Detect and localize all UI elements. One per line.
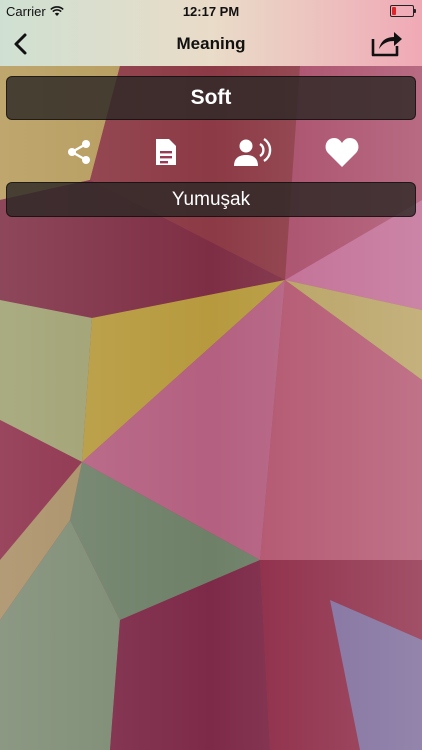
favorite-button[interactable] [322,132,362,172]
action-bar [0,132,422,172]
nav-bar: Meaning [0,22,422,66]
document-icon [156,139,176,165]
word-title: Soft [6,76,416,120]
status-time: 12:17 PM [182,4,240,19]
speaker-person-icon [234,137,272,166]
speak-button[interactable] [233,132,273,172]
page-title: Meaning [176,34,246,53]
share-out-icon [371,32,402,57]
meaning-text: Yumuşak [6,182,416,217]
status-bar: Carrier 12:17 PM [0,0,422,22]
battery-cap [414,9,416,13]
copy-button[interactable] [146,132,186,172]
heart-icon [325,138,359,167]
share-icon [68,140,90,164]
share-button[interactable] [59,132,99,172]
share-out-button[interactable] [370,28,404,58]
battery-level [392,7,396,15]
battery-icon [390,5,416,17]
